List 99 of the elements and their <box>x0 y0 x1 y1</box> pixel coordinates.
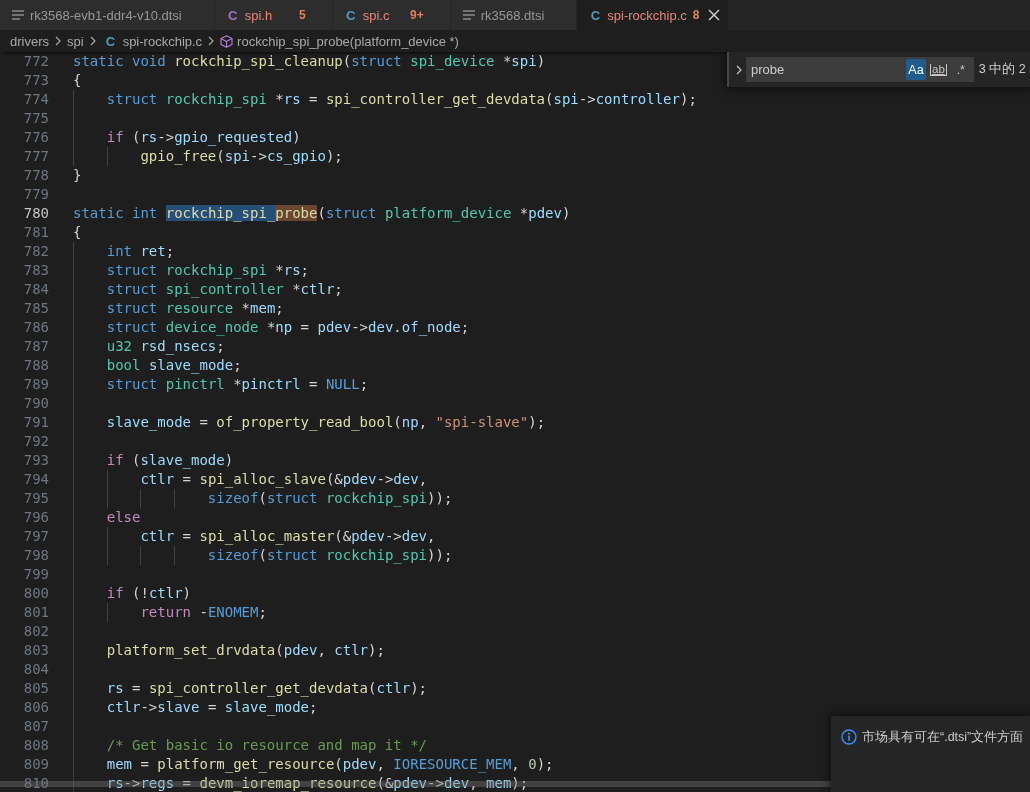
code-line: /* Get basic io resource and map it */ <box>106 737 427 753</box>
code-line: if (slave_mode) <box>106 452 234 468</box>
problem-count: 8 <box>692 8 700 22</box>
problem-count: 9+ <box>410 8 424 22</box>
code-line: struct rockchip_spi *rs; <box>106 262 310 278</box>
code-line: { <box>73 72 82 88</box>
line-number: 798 <box>23 547 49 563</box>
code-line: gpio_free(spi->cs_gpio); <box>140 148 343 164</box>
line-number: 793 <box>23 452 49 468</box>
code-line: } <box>73 167 82 183</box>
editor-tab[interactable]: C spi.c 9+ <box>332 0 451 30</box>
line-number: 777 <box>23 148 49 164</box>
code-line: struct rockchip_spi *rs = spi_controller_get_devdata(spi->controller); <box>106 91 697 107</box>
c-file-icon: C <box>344 7 357 23</box>
code-line: else <box>106 509 141 525</box>
editor-tab[interactable]: rk3568-evb1-ddr4-v10.dtsi <box>0 0 215 30</box>
code-line: struct resource *mem; <box>106 300 284 316</box>
line-number: 795 <box>23 490 49 506</box>
line-number: 774 <box>23 91 49 107</box>
line-number: 775 <box>23 110 49 126</box>
c-file-icon: C <box>226 7 239 23</box>
code-line: struct pinctrl *pinctrl = NULL; <box>106 376 369 392</box>
code-line: struct device_node *np = pdev->dev.of_node; <box>106 319 470 335</box>
code-line: sizeof(struct rockchip_spi)); <box>207 490 453 506</box>
code-line: if (!ctlr) <box>106 585 192 601</box>
info-icon <box>841 729 857 745</box>
code-line: mem = platform_get_resource(pdev, IORESOURCE_MEM, 0); <box>106 756 554 772</box>
line-number: 800 <box>23 585 49 601</box>
code-line: static int rockchip_spi_probe(struct platform_device *pdev) <box>73 205 571 221</box>
code-line: struct spi_controller *ctlr; <box>106 281 343 297</box>
line-number: 773 <box>23 72 49 88</box>
line-number: 801 <box>23 604 49 620</box>
chevron-right-icon <box>88 36 97 46</box>
find-input[interactable]: probe <box>746 57 906 82</box>
line-number: 796 <box>23 509 49 525</box>
line-number: 787 <box>23 338 49 354</box>
line-number: 807 <box>23 718 49 734</box>
code-line: rs = spi_controller_get_devdata(ctlr); <box>106 680 428 696</box>
line-number: 799 <box>23 566 49 582</box>
line-number: 785 <box>23 300 49 316</box>
line-number: 779 <box>23 186 49 202</box>
line-number: 790 <box>23 395 49 411</box>
code-line: { <box>73 224 82 240</box>
line-number: 788 <box>23 357 49 373</box>
code-line: bool slave_mode; <box>106 357 242 373</box>
line-number: 792 <box>23 433 49 449</box>
code-line: static void rockchip_spi_cleanup(struct spi_device *spi) <box>73 53 546 69</box>
match-count: 3 中的 2 <box>978 61 1026 78</box>
line-number: 809 <box>23 756 49 772</box>
code-line: platform_set_drvdata(pdev, ctlr); <box>106 642 385 658</box>
line-number: 780 <box>23 205 49 221</box>
breadcrumb-item[interactable]: C spi-rockchip.c <box>101 33 203 49</box>
line-number: 802 <box>23 623 49 639</box>
file-lines-icon <box>462 10 475 20</box>
line-number: 808 <box>23 737 49 753</box>
match-case-toggle[interactable]: Aa <box>906 59 926 80</box>
chevron-right-icon <box>54 36 62 46</box>
close-icon[interactable] <box>707 9 720 21</box>
breadcrumb-item[interactable]: drivers <box>10 33 49 49</box>
line-number: 804 <box>23 661 49 677</box>
editor-tab[interactable]: rk3568.dtsi <box>450 0 578 30</box>
code-line: return -ENOMEM; <box>140 604 267 620</box>
line-number: 797 <box>23 528 49 544</box>
line-number: 782 <box>23 243 49 259</box>
line-number: 781 <box>23 224 49 240</box>
line-number: 778 <box>23 167 49 183</box>
code-line: slave_mode = of_property_read_bool(np, "spi-slave"); <box>106 414 546 430</box>
line-number: 783 <box>23 262 49 278</box>
chevron-right-icon[interactable] <box>735 63 743 76</box>
editor-tab[interactable]: C spi-rockchip.c 8 <box>577 0 729 30</box>
code-line: ctlr = spi_alloc_slave(&pdev->dev, <box>140 471 428 487</box>
editor-tab[interactable]: C spi.h 5 <box>214 0 333 30</box>
line-number: 805 <box>23 680 49 696</box>
chevron-right-icon <box>207 36 216 46</box>
line-number: 776 <box>23 129 49 145</box>
line-number: 789 <box>23 376 49 392</box>
line-number: 791 <box>23 414 49 430</box>
file-lines-icon <box>12 10 24 20</box>
code-line: rs->regs = devm_ioremap_resource(&pdev->dev, mem); <box>106 775 529 791</box>
notification-message: 市场具有可在“.dtsi”文件方面 <box>862 729 1024 745</box>
line-number: 794 <box>23 471 49 487</box>
line-number: 786 <box>23 319 49 335</box>
code-line: ctlr = spi_alloc_master(&pdev->dev, <box>140 528 436 544</box>
code-line: int ret; <box>106 243 175 259</box>
breadcrumb-item[interactable]: spi <box>67 33 84 49</box>
code-line: ctlr->slave = slave_mode; <box>106 699 318 715</box>
line-number: 772 <box>23 53 49 69</box>
c-file-icon: C <box>105 33 116 49</box>
cube-icon <box>220 34 234 48</box>
line-number: 803 <box>23 642 49 658</box>
code-line: sizeof(struct rockchip_spi)); <box>207 547 453 563</box>
code-line: if (rs->gpio_requested) <box>106 129 301 145</box>
c-file-icon: C <box>589 7 602 23</box>
line-number: 806 <box>23 699 49 715</box>
problem-count: 5 <box>299 8 306 22</box>
breadcrumb-item[interactable]: rockchip_spi_probe(platform_device *) <box>220 33 459 49</box>
code-line: u32 rsd_nsecs; <box>106 338 225 354</box>
line-number: 784 <box>23 281 49 297</box>
line-number: 810 <box>23 775 49 791</box>
